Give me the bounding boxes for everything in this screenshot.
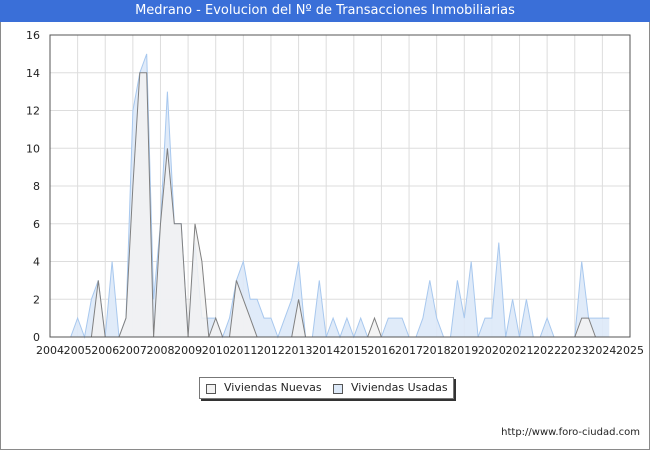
x-tick-label: 2004 [36, 344, 64, 357]
x-tick-label: 2018 [423, 344, 451, 357]
legend-swatch-usadas [333, 384, 343, 394]
y-tick-label: 6 [33, 218, 40, 231]
x-tick-label: 2013 [285, 344, 313, 357]
legend-swatch-nuevas [206, 384, 216, 394]
y-tick-label: 16 [26, 29, 40, 42]
y-axis-ticks: 0 2 4 6 8 10 12 14 16 [26, 29, 40, 344]
y-tick-label: 8 [33, 180, 40, 193]
y-tick-label: 14 [26, 67, 40, 80]
x-tick-label: 2017 [395, 344, 423, 357]
x-tick-label: 2006 [91, 344, 119, 357]
x-tick-label: 2011 [229, 344, 257, 357]
x-tick-label: 2008 [146, 344, 174, 357]
legend-label-nuevas: Viviendas Nuevas [224, 381, 322, 394]
x-tick-label: 2023 [561, 344, 589, 357]
x-tick-label: 2007 [119, 344, 147, 357]
x-tick-label: 2019 [450, 344, 478, 357]
x-axis-ticks: 2004 2005 2006 2007 2008 2009 2010 2011 2012 2013… [36, 344, 644, 357]
x-tick-label: 2009 [174, 344, 202, 357]
y-tick-label: 0 [33, 331, 40, 344]
x-tick-label: 2016 [367, 344, 395, 357]
legend: Viviendas Nuevas Viviendas Usadas [199, 377, 454, 399]
x-tick-label: 2020 [478, 344, 506, 357]
x-tick-label: 2022 [533, 344, 561, 357]
x-tick-label: 2012 [257, 344, 285, 357]
legend-label-usadas: Viviendas Usadas [351, 381, 448, 394]
x-tick-label: 2015 [340, 344, 368, 357]
x-tick-label: 2010 [202, 344, 230, 357]
y-tick-label: 2 [33, 293, 40, 306]
x-tick-label: 2025 [616, 344, 644, 357]
x-tick-label: 2024 [588, 344, 616, 357]
y-tick-label: 4 [33, 256, 40, 269]
y-tick-label: 10 [26, 142, 40, 155]
source-url: http://www.foro-ciudad.com [501, 427, 640, 438]
x-tick-label: 2014 [312, 344, 340, 357]
x-tick-label: 2021 [506, 344, 534, 357]
y-tick-label: 12 [26, 105, 40, 118]
x-tick-label: 2005 [64, 344, 92, 357]
